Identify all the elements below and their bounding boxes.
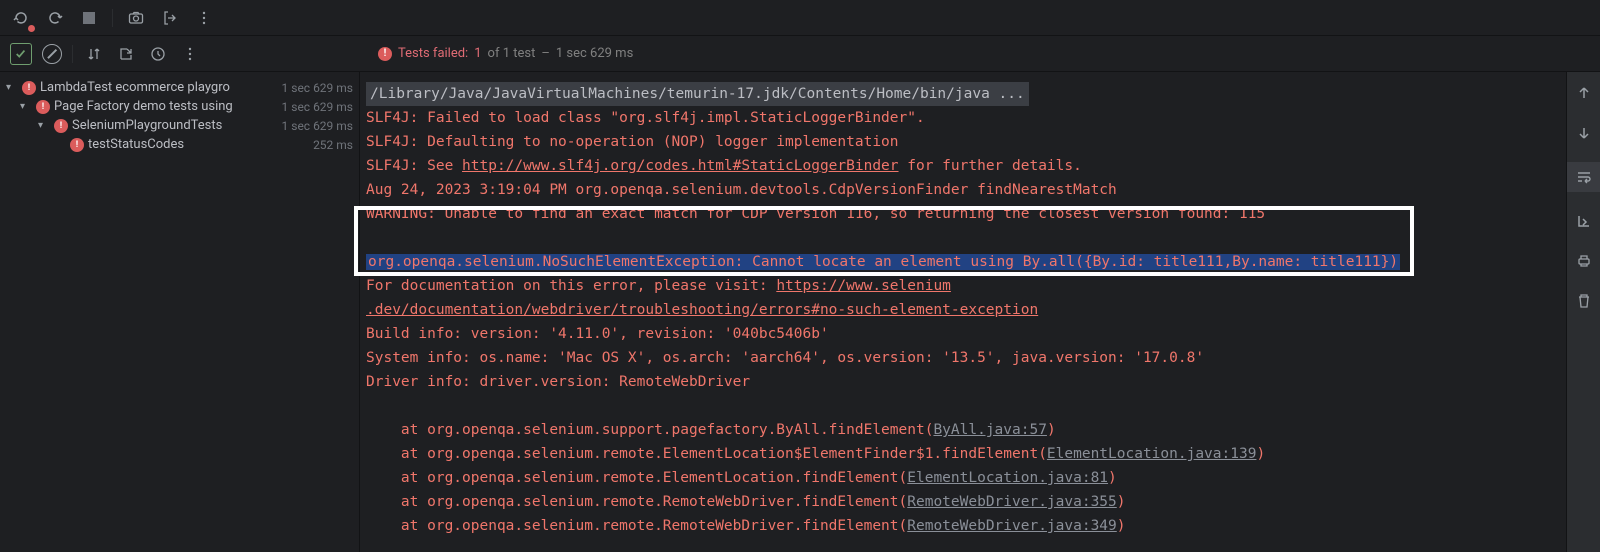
tree-time: 1 sec 629 ms <box>276 100 353 114</box>
tree-row[interactable]: ▾! SeleniumPlaygroundTests 1 sec 629 ms <box>0 116 359 135</box>
console-line: SLF4J: See http://www.slf4j.org/codes.ht… <box>360 154 1600 178</box>
console-line: System info: os.name: 'Mac OS X', os.arc… <box>360 346 1600 370</box>
console-line: .dev/documentation/webdriver/troubleshoo… <box>360 298 1600 322</box>
duration-sep: – <box>541 46 550 61</box>
console-output[interactable]: /Library/Java/JavaVirtualMachines/temuri… <box>360 72 1600 552</box>
tree-row[interactable]: ! testStatusCodes 252 ms <box>0 135 359 154</box>
tree-label: testStatusCodes <box>88 137 184 152</box>
console-line: Build info: version: '4.11.0', revision:… <box>360 322 1600 346</box>
scroll-down-icon[interactable] <box>1573 122 1595 144</box>
error-icon: ! <box>22 81 36 95</box>
stack-link[interactable]: ByAll.java:57 <box>933 422 1047 438</box>
stack-line: at org.openqa.selenium.remote.ElementLoc… <box>360 466 1600 490</box>
show-ignored-toggle[interactable] <box>42 44 62 64</box>
failed-count: 1 <box>474 46 481 61</box>
link[interactable]: http://www.slf4j.org/codes.html#StaticLo… <box>462 158 899 174</box>
console-line: SLF4J: Failed to load class "org.slf4j.i… <box>360 106 1600 130</box>
rerun-failed-button[interactable] <box>44 7 66 29</box>
stop-button[interactable] <box>78 7 100 29</box>
tree-time: 252 ms <box>307 138 353 152</box>
stack-link[interactable]: RemoteWebDriver.java:355 <box>907 494 1117 510</box>
more-options-icon[interactable] <box>179 43 201 65</box>
console-line <box>360 226 1600 250</box>
top-toolbar <box>0 0 1600 36</box>
of-text: of 1 test <box>488 46 536 61</box>
chevron-down-icon: ▾ <box>6 82 18 93</box>
tree-label: SeleniumPlaygroundTests <box>72 118 222 133</box>
tests-failed-label: Tests failed: <box>398 46 468 61</box>
stack-link[interactable]: ElementLocation.java:139 <box>1047 446 1257 462</box>
rerun-button[interactable] <box>10 7 32 29</box>
stack-line: at org.openqa.selenium.remote.ElementLoc… <box>360 442 1600 466</box>
console-line: WARNING: Unable to find an exact match f… <box>360 202 1600 226</box>
console-line: Driver info: driver.version: RemoteWebDr… <box>360 370 1600 394</box>
trash-icon[interactable] <box>1573 290 1595 312</box>
stack-link[interactable]: ElementLocation.java:81 <box>907 470 1108 486</box>
link[interactable]: .dev/documentation/webdriver/troubleshoo… <box>366 302 1038 318</box>
stack-link[interactable]: RemoteWebDriver.java:349 <box>907 518 1117 534</box>
error-icon: ! <box>54 119 68 133</box>
stack-line: at org.openqa.selenium.remote.RemoteWebD… <box>360 490 1600 514</box>
link[interactable]: https://www.selenium <box>776 278 951 294</box>
test-tree: ▾! LambdaTest ecommerce playgro 1 sec 629… <box>0 72 360 552</box>
print-icon[interactable] <box>1573 250 1595 272</box>
chevron-down-icon: ▾ <box>38 120 50 131</box>
error-icon: ! <box>36 100 50 114</box>
scroll-up-icon[interactable] <box>1573 82 1595 104</box>
tree-row[interactable]: ▾! Page Factory demo tests using 1 sec 62… <box>0 97 359 116</box>
error-icon: ! <box>70 138 84 152</box>
console-line <box>360 394 1600 418</box>
tree-label: LambdaTest ecommerce playgro <box>40 80 230 95</box>
failed-icon: ! <box>378 47 392 61</box>
exception-line: org.openqa.selenium.NoSuchElementExcepti… <box>360 250 1600 274</box>
right-tool-rail <box>1566 72 1600 552</box>
more-icon[interactable] <box>193 7 215 29</box>
export-icon[interactable] <box>115 43 137 65</box>
tree-time: 1 sec 629 ms <box>276 81 353 95</box>
console-line: Aug 24, 2023 3:19:04 PM org.openqa.selen… <box>360 178 1600 202</box>
tree-time: 1 sec 629 ms <box>276 119 353 133</box>
sort-icon[interactable] <box>83 43 105 65</box>
show-passed-toggle[interactable] <box>10 43 32 65</box>
console-line: SLF4J: Defaulting to no-operation (NOP) … <box>360 130 1600 154</box>
exit-icon[interactable] <box>159 7 181 29</box>
soft-wrap-icon[interactable] <box>1573 166 1595 188</box>
console-line: For documentation on this error, please … <box>360 274 1600 298</box>
duration: 1 sec 629 ms <box>556 46 633 61</box>
chevron-down-icon: ▾ <box>20 101 32 112</box>
stack-line: at org.openqa.selenium.support.pagefacto… <box>360 418 1600 442</box>
scroll-to-end-icon[interactable] <box>1573 210 1595 232</box>
history-icon[interactable] <box>147 43 169 65</box>
stack-line: at org.openqa.selenium.remote.RemoteWebD… <box>360 514 1600 538</box>
tree-row[interactable]: ▾! LambdaTest ecommerce playgro 1 sec 629… <box>0 78 359 97</box>
tree-label: Page Factory demo tests using <box>54 99 233 114</box>
status-bar: ! Tests failed: 1 of 1 test – 1 sec 629 … <box>0 36 1600 72</box>
command-line: /Library/Java/JavaVirtualMachines/temuri… <box>366 82 1029 106</box>
camera-icon[interactable] <box>125 7 147 29</box>
